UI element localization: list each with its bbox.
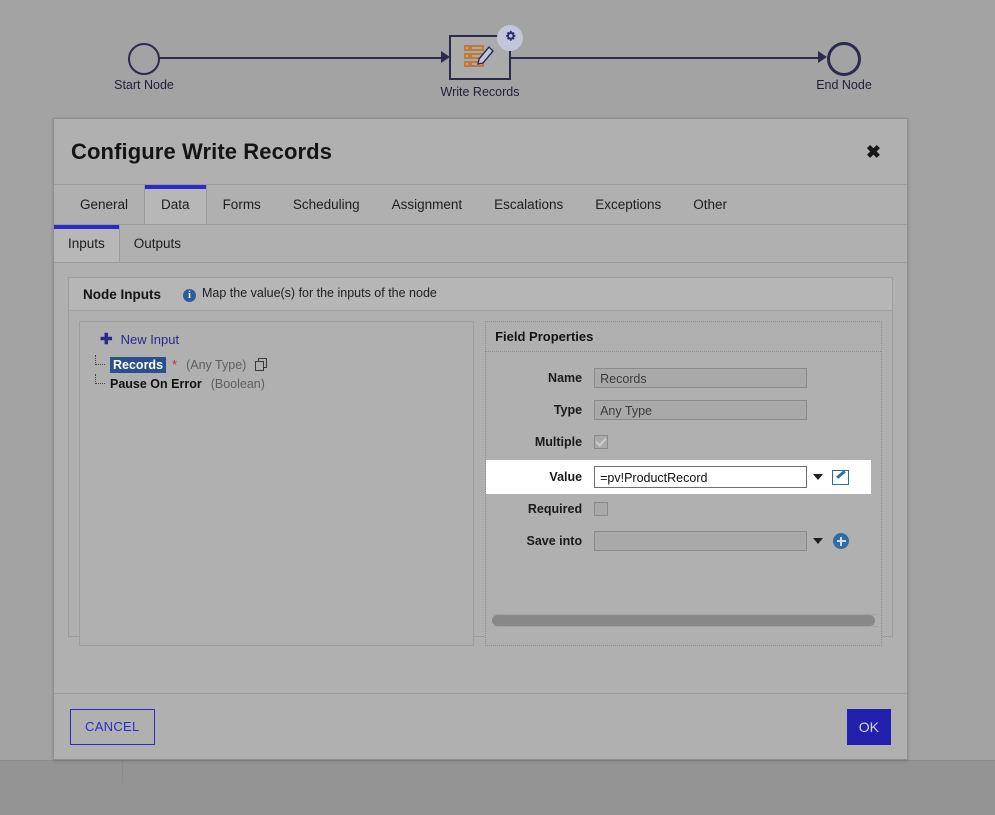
tab-general[interactable]: General — [64, 185, 144, 224]
tab-label: Escalations — [494, 197, 564, 212]
tab-label: Forms — [222, 197, 261, 212]
tab-label: Assignment — [391, 197, 463, 212]
node-inputs-panel: Node Inputs i Map the value(s) for the in… — [68, 277, 893, 646]
multiple-checkbox[interactable] — [594, 435, 609, 449]
input-tree-item[interactable]: Records * (Any Type) — [92, 355, 461, 374]
new-input-label: New Input — [120, 332, 180, 347]
tree-elbow-icon — [95, 355, 107, 374]
node-inputs-title: Node Inputs — [83, 286, 161, 302]
value-label: Value — [549, 470, 583, 484]
tree-elbow-icon — [95, 374, 107, 393]
value-row: Value =pv!ProductRecord — [486, 460, 871, 494]
plus-icon: ✚ — [100, 331, 113, 348]
canvas-divider — [122, 760, 123, 782]
value-input[interactable]: =pv!ProductRecord — [594, 466, 808, 488]
type-label: Type — [553, 403, 583, 417]
tab-label: Data — [161, 197, 190, 212]
input-tree-list: Records * (Any Type) Pause On Error (Boolean… — [92, 355, 461, 393]
field-properties-scrollbar-thumb[interactable] — [492, 615, 876, 626]
flow-connector-start-to-write — [156, 57, 442, 59]
flow-connector-write-to-end — [511, 57, 819, 59]
name-field[interactable]: Records — [594, 368, 808, 388]
save-into-label: Save into — [526, 534, 583, 548]
field-properties-title: Field Properties — [486, 322, 881, 352]
ok-button[interactable]: OK — [846, 708, 891, 745]
configure-write-records-dialog: Configure Write Records ✖ General Data For… — [53, 118, 908, 760]
dialog-footer: CANCEL OK — [54, 693, 907, 759]
value-dropdown-chevron-down-icon[interactable] — [813, 474, 824, 480]
inputs-panels-row: ✚ New Input Records * (Any Type) Pause On E… — [69, 311, 892, 656]
input-tree-item-name: Records — [110, 356, 167, 373]
flow-arrow-into-end — [818, 51, 827, 63]
subtab-inputs[interactable]: Inputs — [54, 225, 120, 262]
close-icon[interactable]: ✖ — [862, 141, 885, 163]
data-tab-body: Node Inputs i Map the value(s) for the in… — [54, 263, 907, 693]
field-properties-scrollbar[interactable] — [492, 614, 879, 627]
save-into-field[interactable] — [594, 531, 808, 551]
copy-icon[interactable] — [255, 358, 268, 371]
new-input-button[interactable]: ✚ New Input — [92, 332, 461, 347]
start-node-label: Start Node — [114, 78, 174, 92]
required-label: Required — [527, 502, 583, 516]
node-inputs-hint-text: Map the value(s) for the inputs of the n… — [202, 286, 437, 300]
page-title: Configure Write Records — [71, 138, 333, 164]
subtab-label: Inputs — [68, 236, 105, 251]
tab-label: General — [80, 197, 129, 212]
tab-scheduling[interactable]: Scheduling — [277, 185, 376, 224]
save-into-row: Save into — [486, 527, 871, 555]
end-node[interactable] — [827, 42, 861, 76]
subtab-label: Outputs — [133, 236, 182, 251]
field-properties-form: Name Records Type Any Type Multiple Valu… — [486, 352, 881, 555]
tab-label: Scheduling — [292, 197, 360, 212]
subtab-outputs[interactable]: Outputs — [120, 225, 195, 262]
dialog-header: Configure Write Records ✖ — [54, 119, 907, 185]
node-inputs-hint: i Map the value(s) for the inputs of the … — [183, 286, 437, 302]
info-icon: i — [183, 289, 196, 302]
write-records-node-label: Write Records — [440, 85, 520, 99]
tab-escalations[interactable]: Escalations — [478, 185, 579, 224]
write-records-gear-icon[interactable] — [497, 25, 523, 51]
type-row: Type Any Type — [486, 396, 871, 424]
type-field[interactable]: Any Type — [594, 400, 808, 420]
required-row: Required — [486, 495, 871, 523]
sub-tab-bar: Inputs Outputs — [54, 225, 907, 263]
node-inputs-header: Node Inputs i Map the value(s) for the in… — [69, 278, 892, 311]
tab-assignment[interactable]: Assignment — [376, 185, 479, 224]
tab-data[interactable]: Data — [144, 185, 207, 224]
main-tab-bar: General Data Forms Scheduling Assignment Esca… — [54, 185, 907, 225]
value-edit-icon[interactable] — [832, 469, 850, 485]
name-row: Name Records — [486, 364, 871, 392]
multiple-label: Multiple — [534, 435, 583, 449]
input-tree-item[interactable]: Pause On Error (Boolean) — [92, 374, 461, 393]
write-records-icon — [464, 45, 494, 67]
required-asterisk: * — [172, 357, 178, 372]
field-properties-panel: Field Properties Name Records Type Any T… — [485, 321, 882, 646]
tab-forms[interactable]: Forms — [207, 185, 277, 224]
multiple-row: Multiple — [486, 428, 871, 456]
input-tree-item-type: (Boolean) — [210, 376, 265, 391]
tab-label: Other — [693, 197, 728, 212]
cancel-button[interactable]: CANCEL — [70, 708, 155, 745]
tab-label: Exceptions — [595, 197, 662, 212]
tab-exceptions[interactable]: Exceptions — [579, 185, 677, 224]
tab-other[interactable]: Other — [677, 185, 743, 224]
required-checkbox[interactable] — [594, 502, 609, 516]
input-tree-panel: ✚ New Input Records * (Any Type) Pause On E… — [79, 321, 475, 646]
name-label: Name — [548, 371, 583, 385]
end-node-label: End Node — [816, 78, 872, 92]
start-node[interactable] — [128, 43, 160, 75]
input-tree-item-type: (Any Type) — [186, 357, 247, 372]
save-into-chevron-down-icon[interactable] — [813, 538, 824, 544]
save-into-add-icon[interactable] — [833, 533, 850, 549]
input-tree-item-name: Pause On Error — [110, 376, 202, 391]
